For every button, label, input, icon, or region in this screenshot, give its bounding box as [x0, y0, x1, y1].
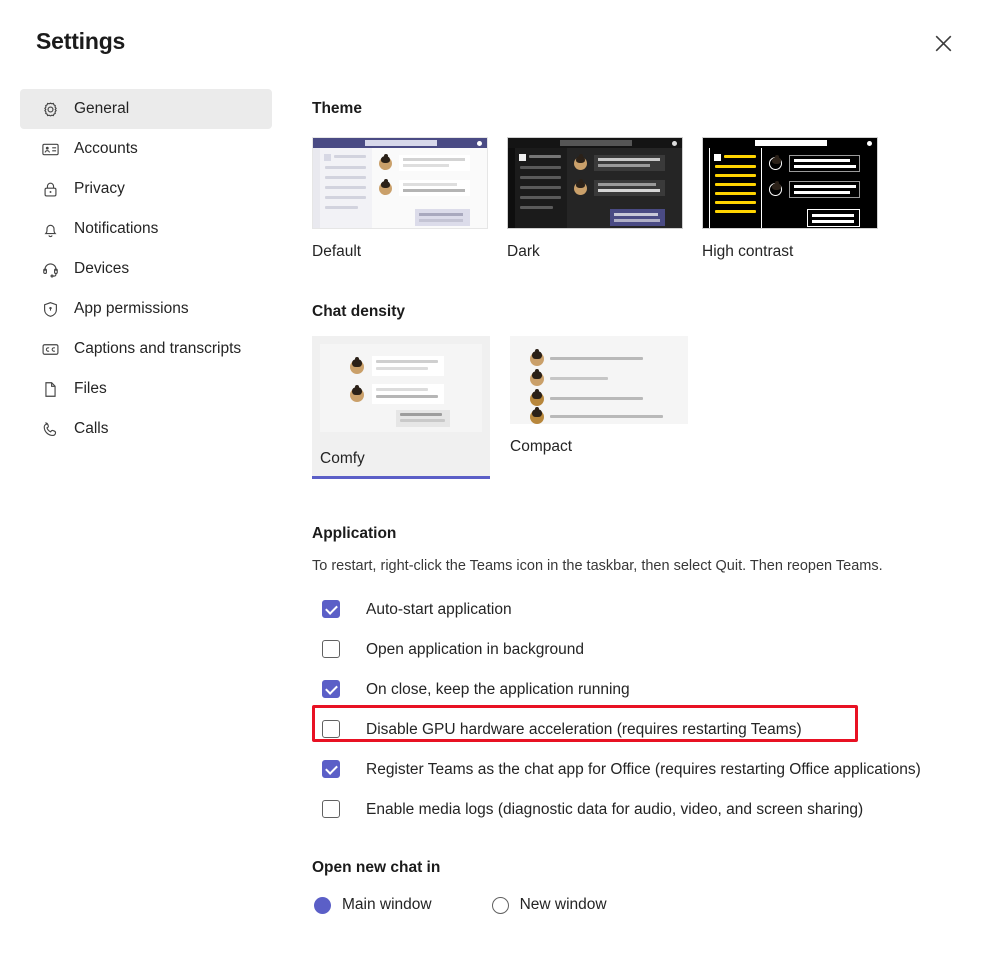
- settings-dialog: Settings General: [0, 0, 981, 977]
- radio-label: Main window: [342, 896, 432, 914]
- chat-density-thumbnail-compact: [510, 336, 688, 424]
- radio-label: New window: [520, 896, 607, 914]
- chat-density-option-label: Comfy: [312, 440, 490, 476]
- checkbox-keep-running[interactable]: [322, 680, 340, 698]
- theme-option-high-contrast[interactable]: High contrast: [702, 137, 878, 261]
- shield-icon: [40, 299, 60, 319]
- settings-sidebar: General Accounts Privacy: [20, 89, 272, 449]
- sidebar-item-label: Devices: [74, 260, 129, 278]
- sidebar-item-files[interactable]: Files: [20, 369, 272, 409]
- sidebar-item-captions-and-transcripts[interactable]: Captions and transcripts: [20, 329, 272, 369]
- theme-thumbnail-dark: [507, 137, 683, 229]
- application-description: To restart, right-click the Teams icon i…: [312, 558, 883, 574]
- chat-density-options: Comfy Compact: [312, 336, 688, 479]
- application-options: Auto-start application Open application …: [322, 592, 962, 832]
- sidebar-item-label: General: [74, 100, 129, 118]
- checkbox-register-chat-app[interactable]: [322, 760, 340, 778]
- sidebar-item-label: Files: [74, 380, 107, 398]
- gear-icon: [40, 99, 60, 119]
- radio-main-window[interactable]: [314, 897, 331, 914]
- close-icon: [935, 35, 952, 52]
- checkbox-label: Auto-start application: [366, 592, 512, 622]
- application-heading: Application: [312, 525, 396, 543]
- theme-option-label: Dark: [507, 243, 683, 261]
- theme-options: Default: [312, 137, 878, 261]
- theme-thumbnail-default: [312, 137, 488, 229]
- checkbox-row-auto-start[interactable]: Auto-start application: [322, 592, 962, 632]
- theme-option-default[interactable]: Default: [312, 137, 488, 261]
- sidebar-item-label: Captions and transcripts: [74, 340, 241, 358]
- radio-new-window[interactable]: [492, 897, 509, 914]
- sidebar-item-label: Privacy: [74, 180, 125, 198]
- checkbox-row-register-chat-app[interactable]: Register Teams as the chat app for Offic…: [322, 752, 962, 792]
- theme-thumbnail-high-contrast: [702, 137, 878, 229]
- checkbox-label: Disable GPU hardware acceleration (requi…: [366, 712, 802, 742]
- checkbox-disable-gpu[interactable]: [322, 720, 340, 738]
- sidebar-item-notifications[interactable]: Notifications: [20, 209, 272, 249]
- open-new-chat-in-heading: Open new chat in: [312, 859, 440, 877]
- close-button[interactable]: [921, 22, 965, 64]
- contact-card-icon: [40, 139, 60, 159]
- sidebar-item-privacy[interactable]: Privacy: [20, 169, 272, 209]
- theme-option-label: Default: [312, 243, 488, 261]
- sidebar-item-devices[interactable]: Devices: [20, 249, 272, 289]
- checkbox-row-open-in-background[interactable]: Open application in background: [322, 632, 962, 672]
- page-title: Settings: [36, 28, 125, 55]
- radio-row-main-window[interactable]: Main window: [314, 896, 432, 914]
- checkbox-label: Enable media logs (diagnostic data for a…: [366, 792, 863, 822]
- sidebar-item-calls[interactable]: Calls: [20, 409, 272, 449]
- checkbox-media-logs[interactable]: [322, 800, 340, 818]
- open-new-chat-in-options: Main window New window: [314, 896, 607, 914]
- chat-density-heading: Chat density: [312, 303, 405, 321]
- theme-option-dark[interactable]: Dark: [507, 137, 683, 261]
- sidebar-item-label: Calls: [74, 420, 108, 438]
- checkbox-row-media-logs[interactable]: Enable media logs (diagnostic data for a…: [322, 792, 962, 832]
- sidebar-item-label: App permissions: [74, 300, 189, 318]
- theme-option-label: High contrast: [702, 243, 878, 261]
- theme-heading: Theme: [312, 100, 362, 118]
- chat-density-thumbnail-comfy: [320, 344, 482, 432]
- checkbox-label: Register Teams as the chat app for Offic…: [366, 752, 921, 782]
- headset-icon: [40, 259, 60, 279]
- checkbox-open-in-background[interactable]: [322, 640, 340, 658]
- sidebar-item-label: Accounts: [74, 140, 138, 158]
- file-icon: [40, 379, 60, 399]
- checkbox-label: Open application in background: [366, 632, 584, 662]
- bell-icon: [40, 219, 60, 239]
- chat-density-option-comfy[interactable]: Comfy: [312, 336, 490, 479]
- closed-caption-icon: [40, 339, 60, 359]
- phone-icon: [40, 419, 60, 439]
- radio-row-new-window[interactable]: New window: [492, 896, 607, 914]
- sidebar-item-label: Notifications: [74, 220, 158, 238]
- sidebar-item-general[interactable]: General: [20, 89, 272, 129]
- lock-icon: [40, 179, 60, 199]
- checkbox-row-disable-gpu[interactable]: Disable GPU hardware acceleration (requi…: [322, 712, 962, 752]
- checkbox-auto-start[interactable]: [322, 600, 340, 618]
- sidebar-item-accounts[interactable]: Accounts: [20, 129, 272, 169]
- chat-density-option-label: Compact: [510, 438, 688, 456]
- checkbox-row-keep-running[interactable]: On close, keep the application running: [322, 672, 962, 712]
- sidebar-item-app-permissions[interactable]: App permissions: [20, 289, 272, 329]
- checkbox-label: On close, keep the application running: [366, 672, 630, 702]
- chat-density-option-compact[interactable]: Compact: [510, 336, 688, 479]
